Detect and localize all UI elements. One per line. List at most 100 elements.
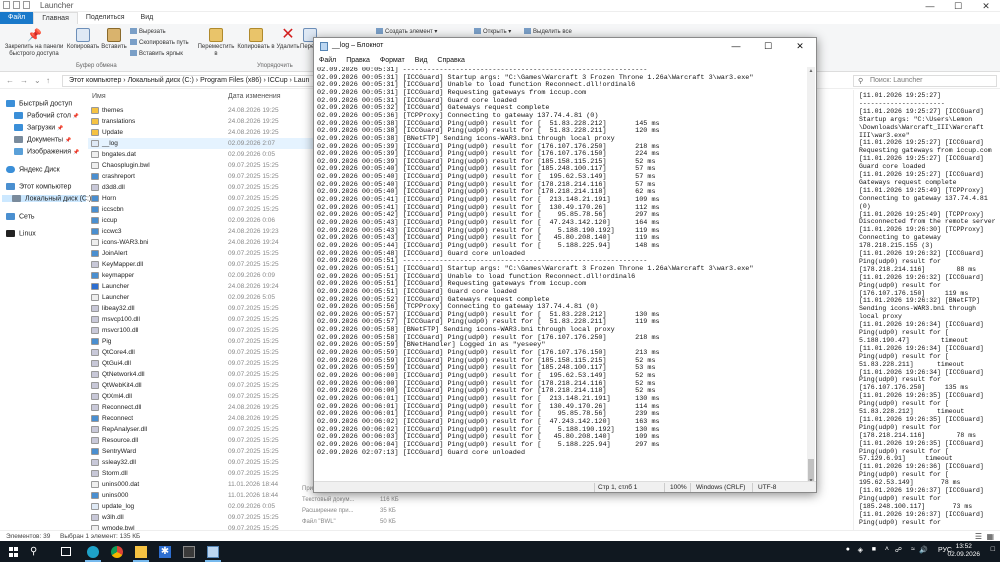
delete-button[interactable]: ✕ Удалить xyxy=(274,27,302,51)
nav-network[interactable]: Сеть xyxy=(6,213,35,220)
nav-downloads[interactable]: Загрузки 📌 xyxy=(14,124,63,131)
minimize-button[interactable]: — xyxy=(916,0,944,12)
file-row[interactable]: Launcher 24.08.2026 19:24 xyxy=(88,281,315,292)
breadcrumb-iccup[interactable]: ICCup xyxy=(268,77,288,84)
select-all-button[interactable]: Выделить все xyxy=(524,28,572,36)
breadcrumb-drive[interactable]: Локальный диск (C:) xyxy=(128,77,194,84)
file-row[interactable]: libeay32.dll 09.07.2025 15:25 xyxy=(88,303,315,314)
tray-app3-icon[interactable]: ■ xyxy=(872,546,876,553)
copy-path-button[interactable]: Скопировать путь xyxy=(130,39,189,47)
file-row[interactable]: Resource.dll 09.07.2025 15:25 xyxy=(88,435,315,446)
file-row[interactable]: Chaosplugin.bwl 09.07.2025 15:25 xyxy=(88,160,315,171)
file-row[interactable]: crashreport 09.07.2025 15:25 xyxy=(88,171,315,182)
nav-quick-access[interactable]: Быстрый доступ xyxy=(6,100,72,107)
file-row[interactable]: update_log 02.09.2026 0:05 xyxy=(88,501,315,512)
file-row[interactable]: QtWebKit4.dll 09.07.2025 15:25 xyxy=(88,380,315,391)
search-icon[interactable]: ⚲ xyxy=(30,546,37,557)
file-row[interactable]: iccwc3 24.08.2026 19:23 xyxy=(88,226,315,237)
move-to-button[interactable]: Переместить в xyxy=(196,28,236,58)
tab-home[interactable]: Главная xyxy=(33,12,78,24)
nav-documents[interactable]: Документы 📌 xyxy=(14,136,71,143)
file-row[interactable]: SentryWard 09.07.2025 15:25 xyxy=(88,446,315,457)
menu-help[interactable]: Справка xyxy=(432,55,469,66)
file-row[interactable]: d3d8.dll 09.07.2025 15:25 xyxy=(88,182,315,193)
breadcrumb-program-files[interactable]: Program Files (x86) xyxy=(200,77,261,84)
back-arrow-icon[interactable]: ← xyxy=(6,76,14,85)
cut-button[interactable]: Вырезать xyxy=(130,28,166,36)
network-tray-icon[interactable]: ☍ xyxy=(895,546,902,554)
nav-local-disk[interactable]: Локальный диск (C:) xyxy=(2,195,91,203)
explorer-taskbar-button[interactable] xyxy=(130,544,152,562)
file-row[interactable]: Reconnect.dll 24.08.2026 19:25 xyxy=(88,402,315,413)
file-row[interactable]: Storm.dll 09.07.2025 15:25 xyxy=(88,468,315,479)
close-button[interactable]: ✕ xyxy=(972,0,1000,12)
open-button[interactable]: Открыть ▾ xyxy=(474,28,511,36)
file-row[interactable]: Reconnect 24.08.2026 19:25 xyxy=(88,413,315,424)
chrome-taskbar-button[interactable] xyxy=(106,544,128,562)
file-row[interactable]: iccup 02.09.2026 0:06 xyxy=(88,215,315,226)
vertical-scrollbar[interactable]: ▲ ▼ xyxy=(807,67,815,485)
file-row[interactable]: Launcher 02.09.2026 5:05 xyxy=(88,292,315,303)
start-button[interactable] xyxy=(0,541,28,562)
copy-to-button[interactable]: Копировать в xyxy=(236,28,276,51)
scroll-up-icon[interactable]: ▲ xyxy=(807,68,815,74)
properties-icon[interactable] xyxy=(13,1,20,9)
file-row[interactable]: unins000.dat 11.01.2026 18:44 xyxy=(88,479,315,490)
wc3-taskbar-button[interactable] xyxy=(178,544,200,562)
file-row[interactable]: Pig 09.07.2025 15:25 xyxy=(88,336,315,347)
minimize-button[interactable]: — xyxy=(720,38,752,55)
file-row[interactable]: iccscbn 09.07.2025 15:25 xyxy=(88,204,315,215)
forward-arrow-icon[interactable]: → xyxy=(20,76,28,85)
file-row[interactable]: msvcr100.dll 09.07.2025 15:25 xyxy=(88,325,315,336)
file-row[interactable]: keymapper 02.09.2026 0:09 xyxy=(88,270,315,281)
new-folder-icon[interactable] xyxy=(23,1,30,9)
clock[interactable]: 13:52 02.09.2026 xyxy=(947,543,980,559)
menu-file[interactable]: Файл xyxy=(314,55,341,66)
address-bar[interactable]: Этот компьютер › Локальный диск (C:) › P… xyxy=(62,75,318,87)
file-row[interactable]: KeyMapper.dll 09.07.2025 15:25 xyxy=(88,259,315,270)
taskview-button[interactable] xyxy=(56,544,78,562)
pin-quick-access-button[interactable]: 📌 Закрепить на панели быстрого доступа xyxy=(2,28,66,58)
file-row[interactable]: icons-WAR3.bni 24.08.2026 19:24 xyxy=(88,237,315,248)
close-button[interactable]: ✕ xyxy=(784,38,816,55)
new-item-button[interactable]: Создать элемент ▾ xyxy=(376,28,437,36)
notepad-taskbar-button[interactable] xyxy=(202,544,224,562)
maximize-button[interactable]: ☐ xyxy=(752,38,784,55)
file-row[interactable]: QtCore4.dll 09.07.2025 15:25 xyxy=(88,347,315,358)
show-hidden-icons[interactable]: ˄ xyxy=(885,546,889,553)
file-row[interactable]: ssleay32.dll 09.07.2025 15:25 xyxy=(88,457,315,468)
file-row[interactable]: wmode.bwl 09.07.2025 15:25 xyxy=(88,523,315,530)
file-row[interactable]: __log 02.09.2026 2:07 xyxy=(88,138,315,149)
app-taskbar-button[interactable]: ✱ xyxy=(154,544,176,562)
tab-file[interactable]: Файл xyxy=(0,12,34,24)
file-row[interactable]: translations 24.08.2026 19:25 xyxy=(88,116,315,127)
tab-share[interactable]: Поделиться xyxy=(78,12,133,24)
copy-button[interactable]: Копировать xyxy=(66,28,100,51)
tray-app-icon[interactable]: ● xyxy=(846,546,850,553)
file-row[interactable]: w3lh.dll 09.07.2025 15:25 xyxy=(88,512,315,523)
column-date[interactable]: Дата изменения xyxy=(228,93,281,100)
nav-linux[interactable]: Linux xyxy=(6,230,36,237)
up-arrow-icon[interactable]: ↑ xyxy=(46,76,50,85)
paste-button[interactable]: Вставить xyxy=(100,28,128,51)
menu-edit[interactable]: Правка xyxy=(341,55,375,66)
search-input[interactable]: ⚲ Поиск: Launcher xyxy=(853,75,997,87)
nav-pictures[interactable]: Изображения 📌 xyxy=(14,148,79,155)
file-row[interactable]: RepAnalyser.dll 09.07.2025 15:25 xyxy=(88,424,315,435)
breadcrumb-computer[interactable]: Этот компьютер xyxy=(69,77,121,84)
volume-icon[interactable]: 🔊 xyxy=(919,546,928,554)
file-row[interactable]: msvcp100.dll 09.07.2025 15:25 xyxy=(88,314,315,325)
notifications-icon[interactable]: □ xyxy=(991,546,995,553)
menu-format[interactable]: Формат xyxy=(375,55,410,66)
nav-this-pc[interactable]: Этот компьютер xyxy=(6,183,71,190)
file-row[interactable]: Update 24.08.2026 19:25 xyxy=(88,127,315,138)
column-name[interactable]: Имя xyxy=(92,93,106,100)
notepad-text-area[interactable]: 02.09.2026 00:05:31] -------------------… xyxy=(317,67,803,485)
file-row[interactable]: QtGui4.dll 09.07.2025 15:25 xyxy=(88,358,315,369)
menu-view[interactable]: Вид xyxy=(410,55,433,66)
file-row[interactable]: QtNetwork4.dll 09.07.2025 15:25 xyxy=(88,369,315,380)
tray-app2-icon[interactable]: ◈ xyxy=(858,546,863,554)
breadcrumb-launcher[interactable]: Laun xyxy=(294,77,310,84)
file-row[interactable]: unins000 11.01.2026 18:44 xyxy=(88,490,315,501)
edge-taskbar-button[interactable] xyxy=(82,544,104,562)
